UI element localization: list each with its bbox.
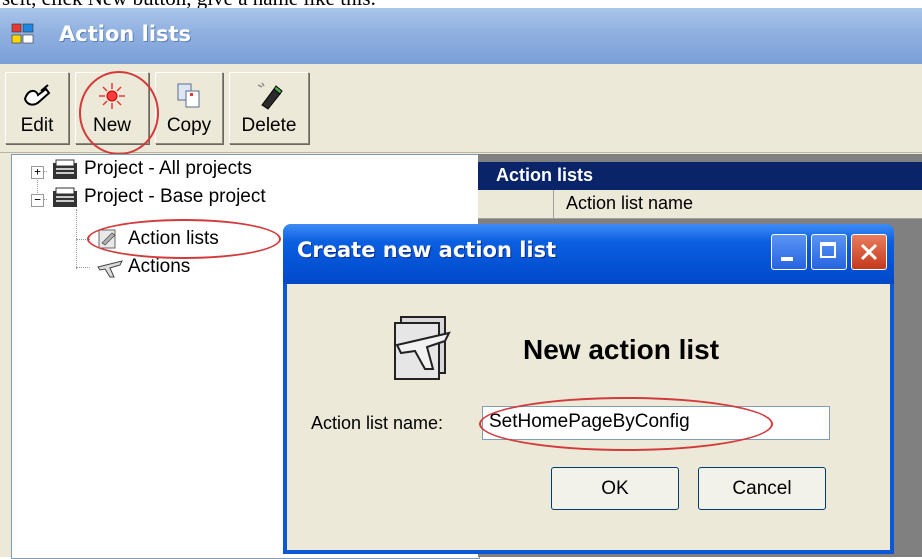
caption-text: selt, click New button, give a name like… (0, 0, 922, 8)
list-pane-header: Action lists (478, 162, 922, 190)
delete-button[interactable]: Delete (229, 72, 309, 144)
column-header-row: Action list name (478, 190, 922, 219)
cancel-button[interactable]: Cancel (698, 467, 826, 510)
tree-item-base-project[interactable]: − Project - Base project (12, 185, 312, 213)
airplane-icon (97, 260, 123, 278)
app-icon (11, 23, 34, 44)
tree-item-label: Actions (128, 256, 191, 277)
project-icon (53, 159, 77, 179)
column-header-action-list-name[interactable]: Action list name (566, 193, 693, 214)
tree-item-actions[interactable]: Actions (12, 255, 312, 283)
name-label: Action list name: (311, 413, 444, 433)
ok-button[interactable]: OK (551, 467, 679, 510)
close-icon (860, 243, 878, 261)
eraser-icon (257, 82, 283, 110)
tree-item-label: Project - All projects (84, 158, 252, 179)
tree-item-label: Project - Base project (84, 186, 266, 207)
airplane-document-icon (394, 316, 451, 380)
minimize-icon (781, 257, 793, 261)
window-title: Action lists (59, 22, 192, 46)
copy-label: Copy (166, 115, 212, 136)
close-button[interactable] (851, 234, 887, 270)
edit-button[interactable]: Edit (5, 72, 69, 144)
copy-icon (177, 83, 200, 108)
collapse-icon[interactable]: − (31, 194, 44, 207)
name-highlight-circle (479, 397, 773, 451)
edit-icon (23, 84, 51, 106)
expand-icon[interactable]: + (31, 166, 44, 179)
new-highlight-circle (79, 71, 159, 155)
toolbar: Edit New Copy Delete (0, 64, 922, 155)
create-action-list-dialog: Create new action list New action list A… (283, 224, 894, 554)
delete-label: Delete (241, 115, 297, 136)
dialog-body: New action list Action list name: SetHom… (287, 284, 890, 550)
list-pane-title: Action lists (496, 165, 594, 185)
dialog-title: Create new action list (297, 238, 557, 262)
project-icon (53, 187, 77, 207)
dialog-title-bar: Create new action list (283, 224, 894, 284)
maximize-icon (820, 242, 836, 258)
dialog-heading: New action list (523, 334, 720, 365)
copy-button[interactable]: Copy (155, 72, 223, 144)
title-bar: Action lists (0, 8, 922, 64)
tree-item-all-projects[interactable]: + Project - All projects (12, 157, 312, 185)
edit-label: Edit (20, 115, 54, 136)
maximize-button[interactable] (811, 234, 847, 270)
row-header-cell (478, 190, 554, 218)
action-lists-highlight-circle (87, 219, 281, 259)
minimize-button[interactable] (771, 234, 807, 270)
